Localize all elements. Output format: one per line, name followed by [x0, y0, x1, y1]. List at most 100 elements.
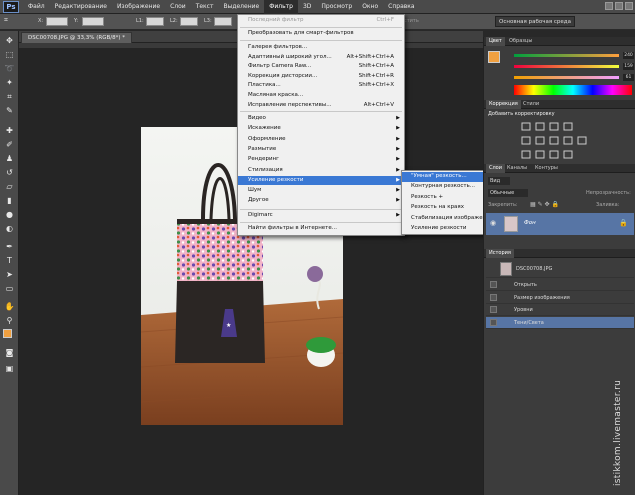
- red-value[interactable]: 240: [623, 52, 634, 59]
- path-selection-icon[interactable]: ➤: [4, 269, 15, 280]
- zoom-icon[interactable]: ⚲: [4, 315, 15, 326]
- tab-paths[interactable]: Контуры: [532, 164, 561, 173]
- menu-5[interactable]: Выделение: [218, 0, 264, 14]
- l3-label: L3:: [204, 18, 212, 24]
- menu-item-filter-category[interactable]: Искажение ▶: [238, 124, 404, 134]
- menu-item-filter[interactable]: Коррекция дисторсии... Shift+Ctrl+R: [238, 72, 404, 82]
- workspace-selector[interactable]: Основная рабочая среда: [495, 16, 575, 27]
- menu-item-last-filter[interactable]: Последний фильтр Ctrl+F: [238, 16, 404, 26]
- menu-item-filter[interactable]: Адаптивный широкий угол... Alt+Shift+Ctrl…: [238, 53, 404, 63]
- menu-2[interactable]: Изображение: [112, 0, 165, 14]
- lasso-tool-icon[interactable]: ➰: [4, 63, 15, 74]
- menu-item-label: Оформление: [248, 135, 286, 142]
- history-step[interactable]: Открыть: [486, 279, 634, 291]
- history-snapshot[interactable]: DSC00708.JPG: [486, 260, 634, 278]
- menu-item-smart-filters[interactable]: Преобразовать для смарт-фильтров: [238, 29, 404, 39]
- menu-item-label: Адаптивный широкий угол...: [248, 53, 332, 60]
- history-step[interactable]: Тени/Света: [486, 316, 634, 329]
- menu-item-filter-category[interactable]: Рендеринг ▶: [238, 155, 404, 165]
- x-field[interactable]: [46, 17, 68, 26]
- menu-9[interactable]: Окно: [357, 0, 383, 14]
- tab-layers[interactable]: Слои: [486, 164, 505, 173]
- tab-history[interactable]: История: [486, 249, 514, 258]
- menu-item-filter-category[interactable]: Шум ▶: [238, 186, 404, 196]
- menu-4[interactable]: Текст: [191, 0, 219, 14]
- blend-mode-select[interactable]: Обычные: [488, 189, 528, 197]
- green-slider[interactable]: [514, 65, 619, 68]
- menu-item-filter[interactable]: Масляная краска...: [238, 91, 404, 101]
- menu-item-filter-category[interactable]: Другое ▶: [238, 196, 404, 206]
- menu-item-filter-category[interactable]: Усиление резкости ▶: [238, 175, 404, 186]
- blur-icon[interactable]: ●: [4, 209, 15, 220]
- y-field[interactable]: [82, 17, 104, 26]
- menu-item-filter-category[interactable]: Размытие ▶: [238, 145, 404, 155]
- move-tool-icon[interactable]: ✥: [4, 35, 15, 46]
- menu-item-filter[interactable]: Галерея фильтров...: [238, 43, 404, 53]
- menu-separator: [240, 27, 402, 28]
- tab-swatches[interactable]: Образцы: [506, 37, 535, 46]
- foreground-color-swatch[interactable]: [3, 329, 12, 338]
- digimarc-label: Digimarc: [248, 212, 273, 218]
- menu-item-filter-category[interactable]: Оформление ▶: [238, 135, 404, 145]
- menu-item-filter[interactable]: Исправление перспективы... Alt+Ctrl+V: [238, 101, 404, 111]
- color-spectrum-bar[interactable]: [514, 85, 632, 95]
- minimize-button[interactable]: [605, 2, 613, 10]
- close-button[interactable]: [625, 2, 633, 10]
- screen-mode-icon[interactable]: ▣: [4, 363, 15, 374]
- history-brush-icon[interactable]: ↺: [4, 167, 15, 178]
- menu-item-digimarc[interactable]: Digimarc ▶: [238, 211, 404, 221]
- crop-tool-icon[interactable]: ⌗: [4, 16, 8, 25]
- tab-color[interactable]: Цвет: [486, 37, 505, 46]
- menu-item-find-online[interactable]: Найти фильтры в Интернете...: [238, 224, 404, 234]
- l1-field[interactable]: [146, 17, 164, 26]
- menu-7[interactable]: 3D: [298, 0, 316, 14]
- gradient-icon[interactable]: ▮: [4, 195, 15, 206]
- green-value[interactable]: 159: [623, 63, 634, 70]
- red-slider[interactable]: [514, 54, 619, 57]
- commit-button[interactable]: стить: [404, 18, 419, 24]
- visibility-eye-icon[interactable]: ◉: [490, 219, 496, 227]
- lock-icons[interactable]: ▦ ✎ ✥ 🔒: [530, 201, 559, 208]
- eraser-icon[interactable]: ▱: [4, 181, 15, 192]
- document-tab[interactable]: DSC00708.JPG @ 33,3% (RGB/8*) *: [21, 32, 132, 43]
- menu-separator: [240, 111, 402, 112]
- l2-field[interactable]: [180, 17, 198, 26]
- menu-6[interactable]: Фильтр: [264, 0, 298, 14]
- menu-item-filter-category[interactable]: Видео ▶: [238, 114, 404, 124]
- healing-brush-icon[interactable]: ✚: [4, 125, 15, 136]
- history-step[interactable]: Уровни: [486, 304, 634, 316]
- history-step[interactable]: Размер изображения: [486, 292, 634, 304]
- tab-styles[interactable]: Стили: [520, 100, 542, 109]
- menu-item-filter-category[interactable]: Стилизация ▶: [238, 166, 404, 176]
- layer-name[interactable]: Фон: [524, 220, 536, 226]
- pen-icon[interactable]: ✒: [4, 241, 15, 252]
- blue-value[interactable]: 61: [623, 74, 634, 81]
- tab-adjustments[interactable]: Коррекция: [486, 100, 521, 109]
- menu-3[interactable]: Слои: [165, 0, 191, 14]
- blue-slider[interactable]: [514, 76, 619, 79]
- brush-icon[interactable]: ✐: [4, 139, 15, 150]
- magic-wand-icon[interactable]: ✦: [4, 77, 15, 88]
- shape-icon[interactable]: ▭: [4, 283, 15, 294]
- menu-1[interactable]: Редактирование: [50, 0, 112, 14]
- l3-field[interactable]: [214, 17, 232, 26]
- menu-10[interactable]: Справка: [383, 0, 419, 14]
- clone-stamp-icon[interactable]: ♟: [4, 153, 15, 164]
- foreground-color-chip[interactable]: [488, 51, 500, 63]
- layer-row-background[interactable]: ◉ Фон 🔒: [486, 213, 634, 235]
- quick-mask-icon[interactable]: ◙: [4, 347, 15, 358]
- layer-kind-filter[interactable]: Вид: [488, 177, 510, 185]
- menu-item-filter[interactable]: Пластика... Shift+Ctrl+X: [238, 81, 404, 91]
- hand-icon[interactable]: ✋: [4, 301, 15, 312]
- menu-0[interactable]: Файл: [23, 0, 50, 14]
- eyedropper-icon[interactable]: ✎: [4, 105, 15, 116]
- maximize-button[interactable]: [615, 2, 623, 10]
- crop-icon[interactable]: ⌗: [4, 91, 15, 102]
- dodge-icon[interactable]: ◐: [4, 223, 15, 234]
- menu-8[interactable]: Просмотр: [316, 0, 357, 14]
- marquee-tool-icon[interactable]: ⬚: [4, 49, 15, 60]
- type-icon[interactable]: T: [4, 255, 15, 266]
- tab-channels[interactable]: Каналы: [504, 164, 530, 173]
- menu-item-shortcut: Shift+Ctrl+X: [358, 82, 394, 89]
- menu-item-filter[interactable]: Фильтр Camera Raw... Shift+Ctrl+A: [238, 62, 404, 72]
